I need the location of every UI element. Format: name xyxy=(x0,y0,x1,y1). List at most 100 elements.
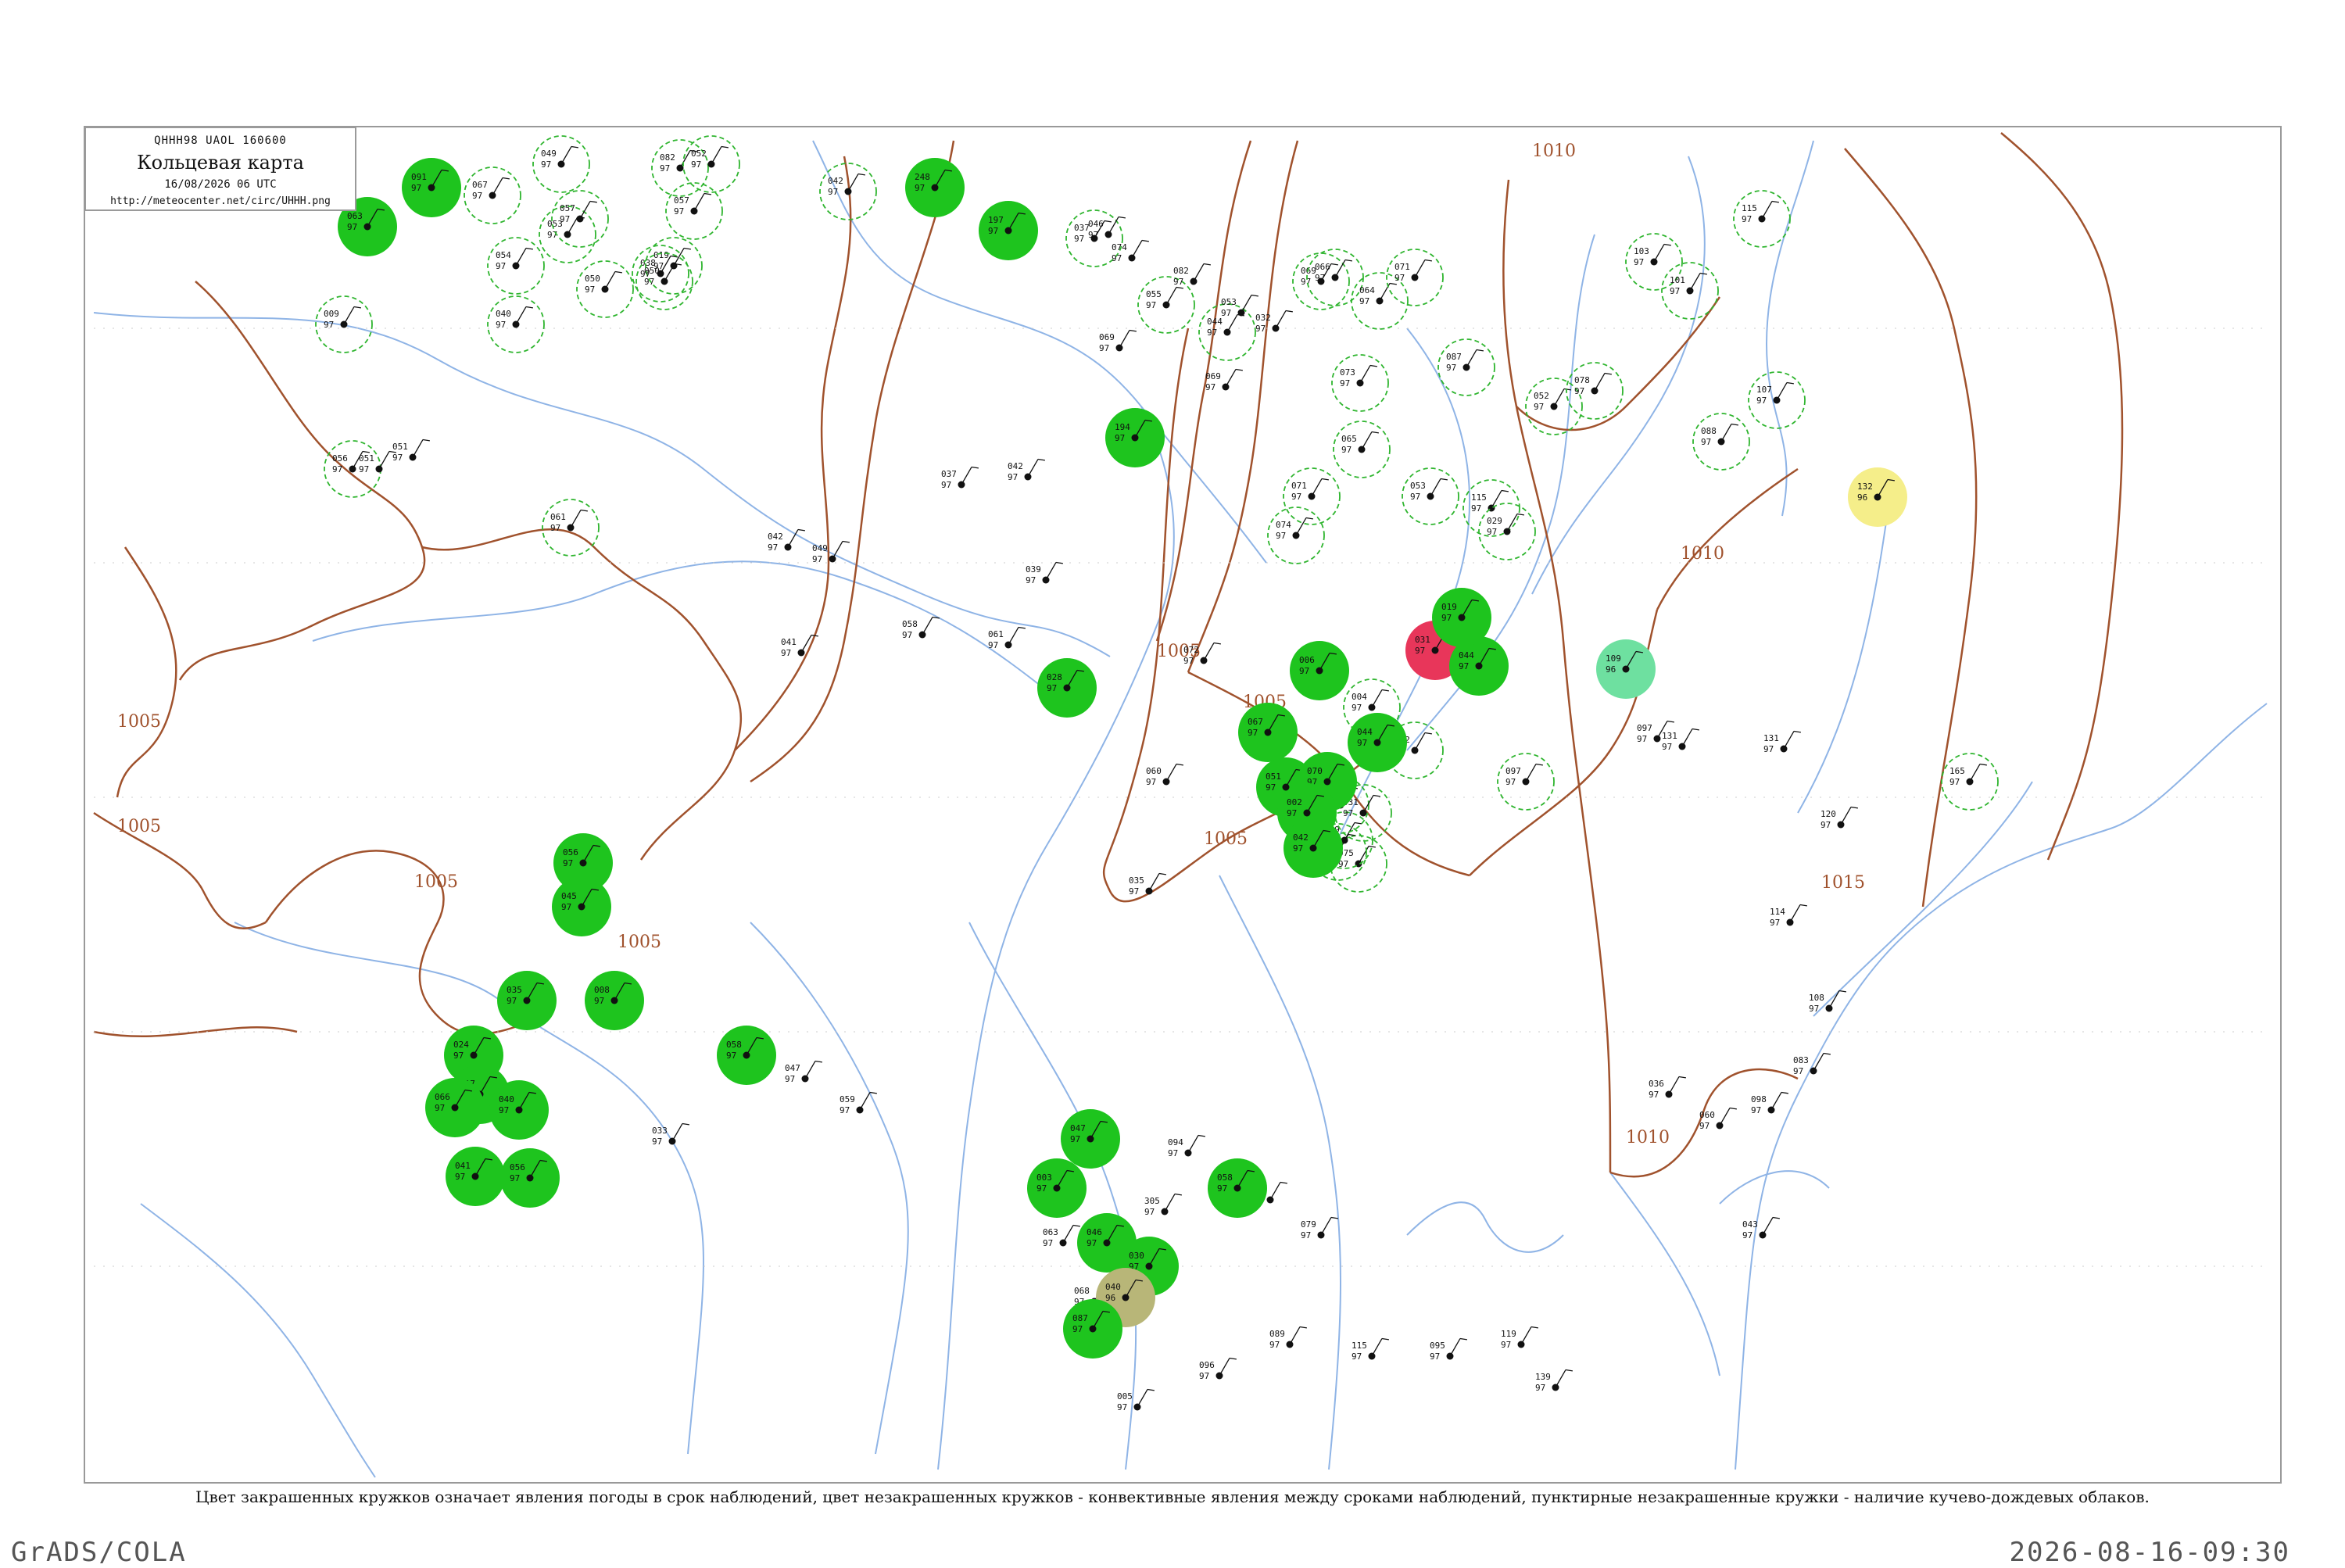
station-pressure: 098 xyxy=(1751,1094,1767,1104)
station-pressure: 041 xyxy=(455,1161,471,1171)
station-pressure: 067 xyxy=(472,180,488,190)
station-temp: 97 xyxy=(1217,1183,1227,1194)
station-temp: 97 xyxy=(1266,782,1276,793)
station-temp: 97 xyxy=(359,464,369,474)
station-temp: 97 xyxy=(560,214,570,224)
station-pressure: 078 xyxy=(1574,375,1590,385)
station-pressure: 032 xyxy=(1255,313,1271,323)
station-pressure: 024 xyxy=(453,1040,469,1050)
station-pressure: 056 xyxy=(563,847,578,857)
station-temp: 97 xyxy=(1430,1351,1440,1362)
station-shower: 04797 xyxy=(1061,1109,1120,1169)
station-pressure: 107 xyxy=(1756,385,1772,395)
station-temp: 97 xyxy=(1341,445,1352,455)
station-pressure: 131 xyxy=(1662,731,1677,741)
station-temp: 97 xyxy=(1394,273,1405,283)
station-temp: 97 xyxy=(1269,1340,1280,1350)
footer-timestamp: 2026-08-16-09:30 xyxy=(2009,1537,2290,1568)
station-temp: 97 xyxy=(1742,214,1752,224)
station-temp: 97 xyxy=(1276,531,1286,541)
station-temp: 97 xyxy=(1207,328,1217,338)
station-shower: 06797 xyxy=(1238,703,1298,762)
station-temp: 97 xyxy=(1117,1402,1127,1412)
station-pressure: 056 xyxy=(332,453,348,464)
station-temp: 97 xyxy=(660,163,670,174)
station-temp: 97 xyxy=(1352,703,1362,713)
station-pressure: 003 xyxy=(1036,1172,1052,1183)
station-pressure: 095 xyxy=(1430,1341,1445,1351)
station-temp: 97 xyxy=(1248,728,1258,738)
station-temp: 97 xyxy=(812,554,822,564)
station-pressure: 074 xyxy=(1112,242,1127,252)
station-pressure: 115 xyxy=(1471,492,1487,503)
station-temp: 97 xyxy=(1471,503,1481,514)
station-pressure: 040 xyxy=(499,1094,514,1104)
station-pressure: 109 xyxy=(1606,653,1621,664)
station-pressure: 087 xyxy=(1072,1313,1088,1323)
station-temp: 97 xyxy=(652,1137,662,1147)
station-temp: 97 xyxy=(1359,296,1369,306)
legend-caption: Цвет закрашенных кружков означает явлени… xyxy=(195,1487,2150,1506)
station-pressure: 103 xyxy=(1634,246,1649,256)
station-temp: 97 xyxy=(1287,808,1297,818)
station-pressure: 082 xyxy=(1173,266,1189,276)
station-temp: 97 xyxy=(1441,613,1452,623)
station-pressure: 045 xyxy=(561,891,577,901)
station-temp: 97 xyxy=(496,261,506,271)
station-pressure: 094 xyxy=(1168,1137,1183,1147)
station-temp: 97 xyxy=(1293,843,1303,854)
station-pressure: 056 xyxy=(510,1162,525,1172)
station-pressure: 197 xyxy=(988,215,1004,225)
station-temp: 97 xyxy=(1793,1066,1803,1076)
station-temp: 97 xyxy=(1299,666,1309,676)
station-temp: 97 xyxy=(1301,277,1311,287)
station-pressure: 132 xyxy=(1857,481,1873,492)
station-temp: 97 xyxy=(1072,1324,1083,1334)
station-pressure: 079 xyxy=(1301,1219,1316,1230)
station-shower: 04097 xyxy=(489,1080,549,1140)
station-temp: 97 xyxy=(1199,1371,1209,1381)
isobar-label: 1005 xyxy=(1204,829,1248,849)
station-temp: 97 xyxy=(915,183,925,193)
station-pressure: 248 xyxy=(915,172,930,182)
station-temp: 97 xyxy=(324,320,334,330)
station-temp: 97 xyxy=(840,1105,850,1115)
station-temp: 97 xyxy=(1357,738,1367,748)
station-pressure: 083 xyxy=(1793,1055,1809,1065)
station-temp: 97 xyxy=(1047,683,1057,693)
footer-software: GrADS/COLA xyxy=(11,1537,187,1568)
station-temp: 97 xyxy=(1036,1183,1047,1194)
station-pressure: 108 xyxy=(1809,993,1824,1003)
station-temp: 97 xyxy=(785,1074,795,1084)
station-temp: 97 xyxy=(1088,230,1098,240)
station-temp: 97 xyxy=(1008,472,1018,482)
legend-box: QHHH98 UAOL 160600 Кольцевая карта 16/08… xyxy=(84,127,356,211)
station-temp: 97 xyxy=(453,1051,464,1061)
station-pressure: 063 xyxy=(1043,1227,1058,1237)
station-pressure: 097 xyxy=(1505,766,1521,776)
station-temp: 97 xyxy=(332,464,342,474)
station-pressure: 030 xyxy=(1129,1251,1144,1261)
station-shower: 04197 xyxy=(446,1147,505,1206)
station-temp: 97 xyxy=(472,191,482,201)
station-pressure: 019 xyxy=(653,250,669,260)
station-pressure: 006 xyxy=(1299,655,1315,665)
station-temp: 97 xyxy=(1821,820,1831,830)
station-pressure: 042 xyxy=(1008,461,1023,471)
station-temp: 97 xyxy=(561,902,571,912)
station-temp: 97 xyxy=(1301,1230,1311,1240)
station-pressure: 058 xyxy=(902,619,918,629)
station-pressure: 066 xyxy=(1315,262,1330,272)
station-temp: 97 xyxy=(585,285,595,295)
station-pressure: 059 xyxy=(840,1094,855,1104)
station-pressure: 044 xyxy=(1459,650,1474,660)
station-pressure: 097 xyxy=(1637,723,1652,733)
station-pressure: 039 xyxy=(1026,564,1041,575)
station-pressure: 082 xyxy=(660,152,675,163)
station-pressure: 060 xyxy=(1699,1110,1715,1120)
station-temp: 97 xyxy=(726,1051,736,1061)
station-pressure: 072 xyxy=(1183,645,1199,655)
station-pressure: 070 xyxy=(1307,766,1323,776)
station-shower: 01997 xyxy=(1432,588,1491,647)
station-temp: 97 xyxy=(1446,363,1456,373)
